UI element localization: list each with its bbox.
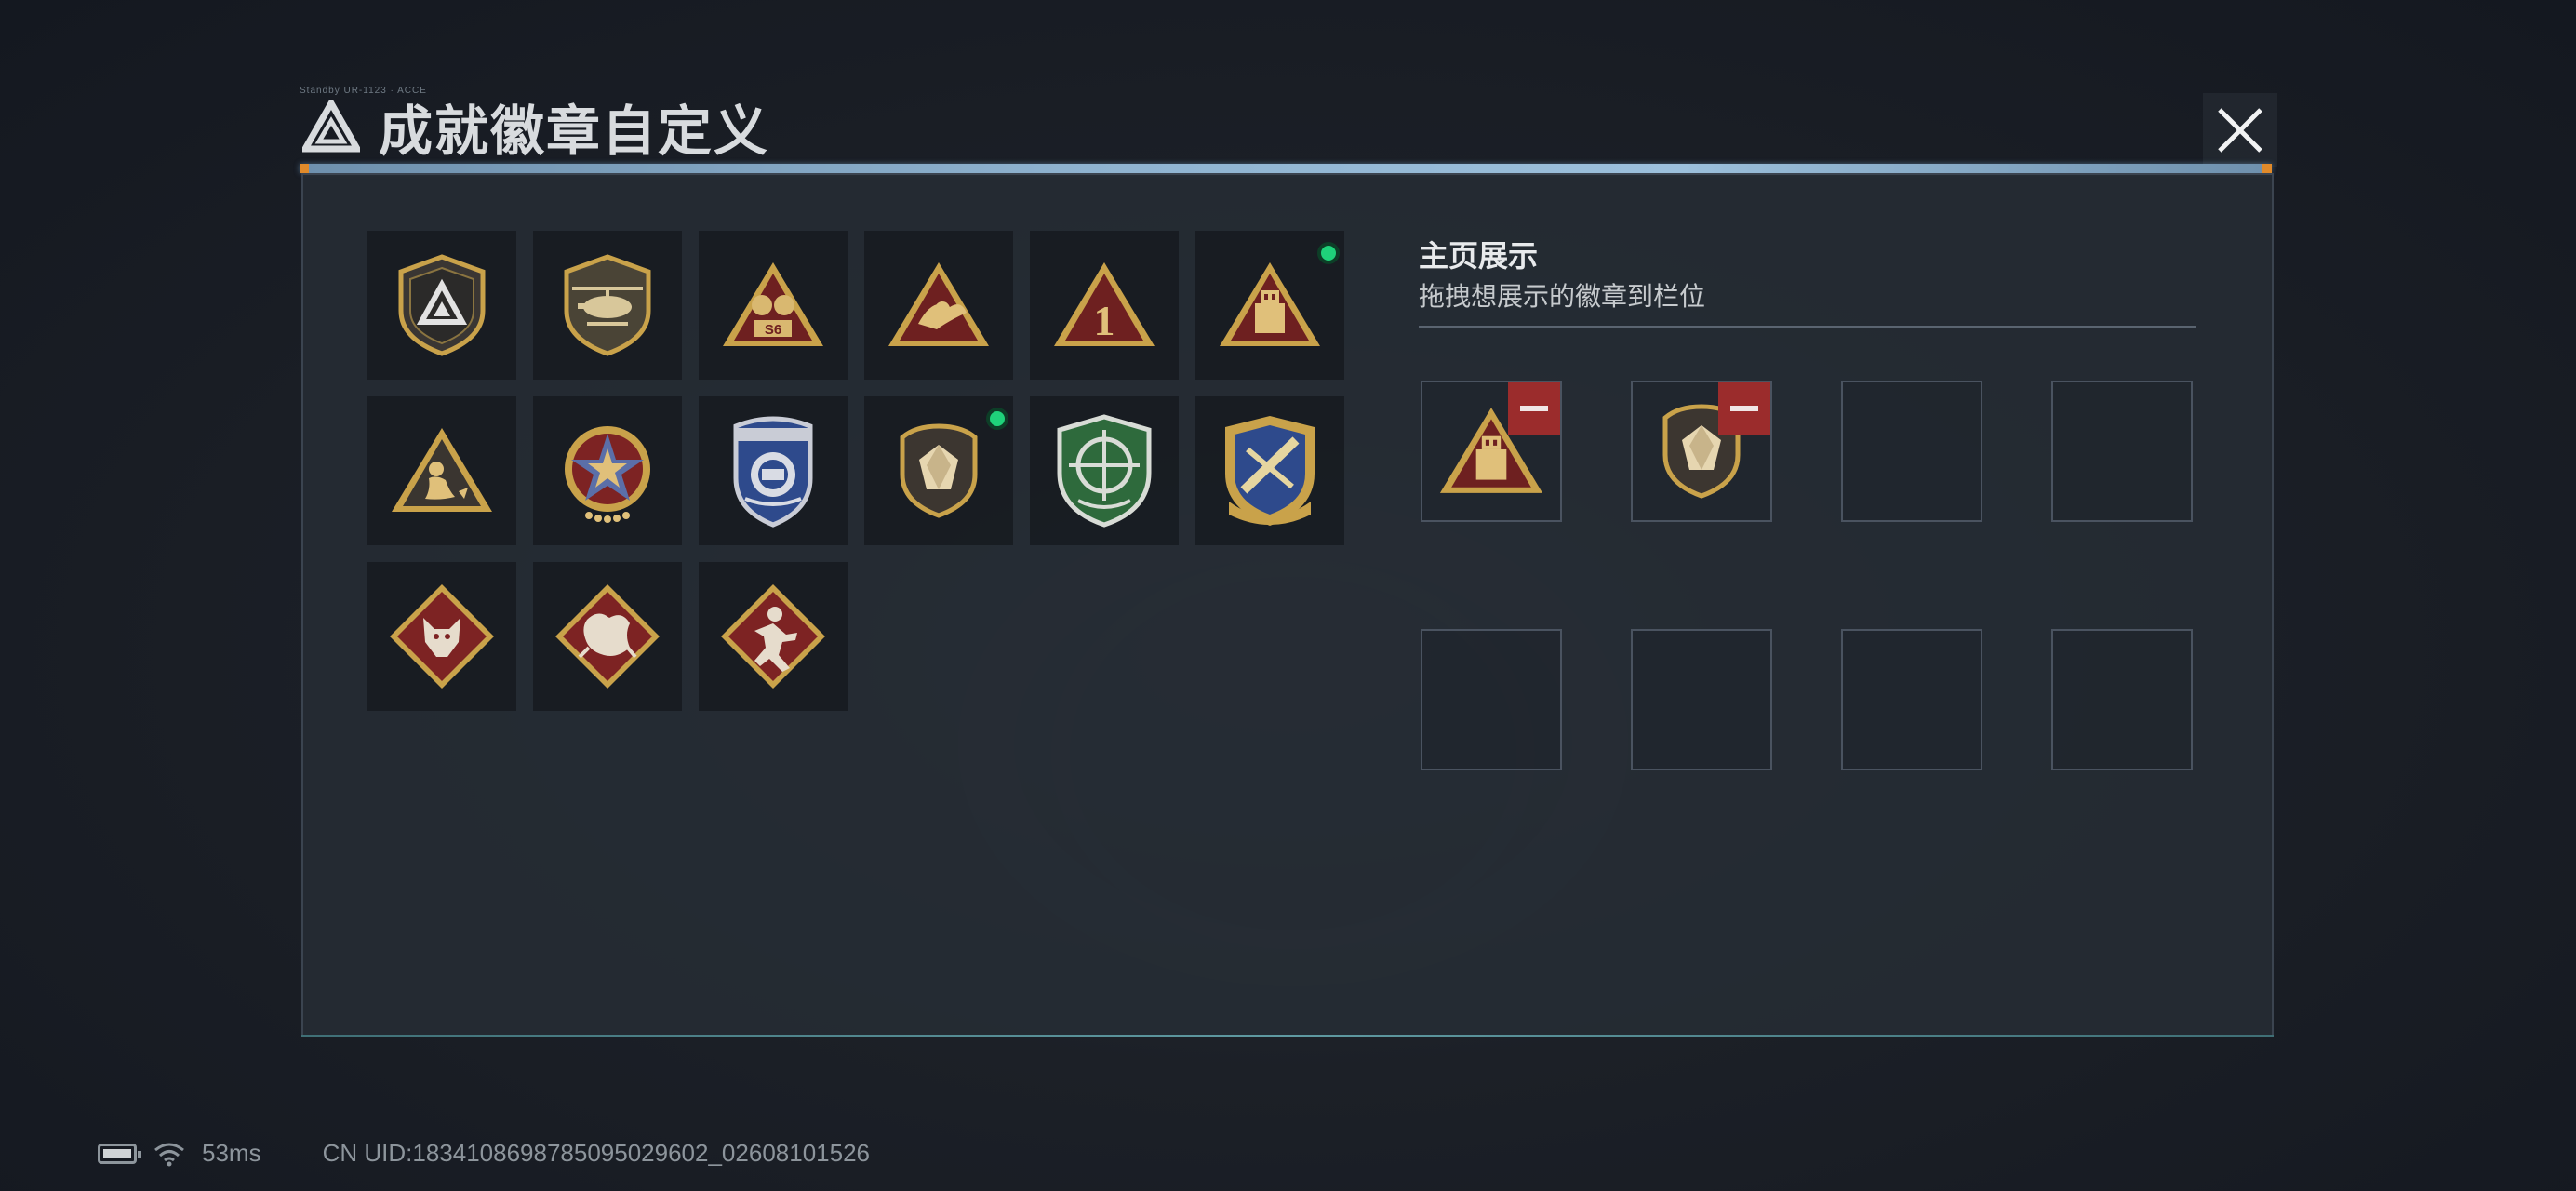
badge-cell-runner[interactable] xyxy=(699,562,848,711)
blue-police-badge-icon xyxy=(733,416,813,528)
badge-cell-dragon[interactable] xyxy=(533,562,682,711)
homepage-display-title: 主页展示 xyxy=(1419,239,1539,273)
new-indicator-dot xyxy=(1317,242,1340,264)
close-button[interactable] xyxy=(2203,93,2277,167)
remove-badge-button[interactable] xyxy=(1508,382,1560,435)
blue-gold-aviation-icon xyxy=(1225,416,1315,526)
wolf-diamond-icon xyxy=(390,584,494,689)
badge-cell-aviation[interactable] xyxy=(1195,396,1344,545)
usb-drive-triangle-icon xyxy=(1220,262,1320,346)
display-slot-6[interactable] xyxy=(1631,629,1772,770)
badge-cell-blue-police[interactable] xyxy=(699,396,848,545)
minus-icon xyxy=(1520,406,1548,411)
badge-cell-delta-shield[interactable] xyxy=(367,231,516,380)
badge-cell-s6[interactable]: S6 xyxy=(699,231,848,380)
display-slot-1[interactable] xyxy=(1421,381,1562,522)
page-title: 成就徽章自定义 xyxy=(379,101,770,162)
badge-cell-green-crosshair[interactable] xyxy=(1030,396,1179,545)
helicopter-shield-icon xyxy=(564,254,651,356)
runner-diamond-icon xyxy=(721,584,825,689)
remove-badge-button[interactable] xyxy=(1718,382,1770,435)
badge-cell-usb-drive[interactable] xyxy=(1195,231,1344,380)
svg-text:S6: S6 xyxy=(765,322,781,338)
minus-icon xyxy=(1730,406,1758,411)
page-header: 成就徽章自定义 xyxy=(302,89,769,164)
number-one-triangle-icon: 1 xyxy=(1054,262,1155,346)
header-accent-bar xyxy=(300,164,2272,173)
s6-triangle-icon: S6 xyxy=(723,262,823,346)
status-bar: 53ms CN UID:1834108698785095029602_02608… xyxy=(98,1139,870,1168)
uid-text: CN UID:1834108698785095029602_0260810152… xyxy=(322,1139,870,1167)
badge-cell-wolf[interactable] xyxy=(367,562,516,711)
bird-triangle-icon xyxy=(888,262,989,346)
wifi-icon xyxy=(154,1143,184,1166)
star-medal-icon xyxy=(565,426,650,523)
display-slot-7[interactable] xyxy=(1841,629,1982,770)
close-icon xyxy=(2218,108,2262,153)
panel-bottom-line xyxy=(301,1035,2274,1037)
badge-cell-bird[interactable] xyxy=(864,231,1013,380)
homepage-display-subtitle: 拖拽想展示的徽章到栏位 xyxy=(1419,282,1706,311)
badge-cell-star-medal[interactable] xyxy=(533,396,682,545)
battery-charging-icon xyxy=(98,1143,141,1164)
display-slot-5[interactable] xyxy=(1421,629,1562,770)
badge-cell-number-one[interactable]: 1 xyxy=(1030,231,1179,380)
section-divider xyxy=(1419,326,2196,328)
crystal-shield-icon xyxy=(900,423,978,518)
ping-text: 53ms xyxy=(202,1139,261,1167)
display-slot-3[interactable] xyxy=(1841,381,1982,522)
badge-cell-crystal-shield[interactable] xyxy=(864,396,1013,545)
delta-shield-icon xyxy=(398,254,486,356)
green-crosshair-icon xyxy=(1057,414,1152,528)
mermaid-triangle-icon xyxy=(392,428,492,512)
display-slot-2[interactable] xyxy=(1631,381,1772,522)
badge-cell-helicopter[interactable] xyxy=(533,231,682,380)
svg-text:1: 1 xyxy=(1094,297,1115,344)
dragon-diamond-icon xyxy=(555,584,660,689)
display-slot-8[interactable] xyxy=(2051,629,2193,770)
display-slot-4[interactable] xyxy=(2051,381,2193,522)
delta-logo-icon xyxy=(302,100,360,153)
new-indicator-dot xyxy=(986,408,1008,430)
badge-cell-mermaid[interactable] xyxy=(367,396,516,545)
